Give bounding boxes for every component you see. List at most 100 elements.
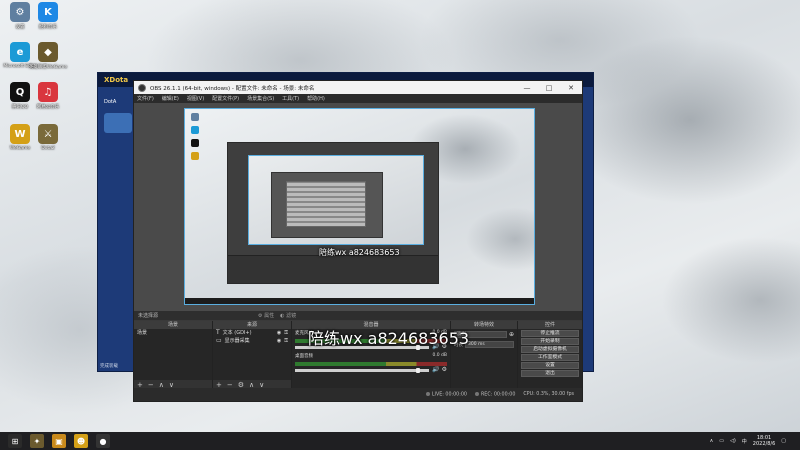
dota-icon: ⚔ <box>38 124 58 144</box>
menu-view[interactable]: 视图(V) <box>187 95 204 102</box>
menu-tools[interactable]: 工具(T) <box>282 95 299 102</box>
stop-streaming-button[interactable]: 停止推流 <box>521 330 579 337</box>
preview-canvas[interactable] <box>184 108 535 305</box>
channel-gear-icon[interactable]: ⚙ <box>442 366 447 373</box>
qq-icon: Q <box>10 82 30 102</box>
scenes-header: 场景 <box>134 321 212 329</box>
taskbar-clock[interactable]: 18:01 2022/8/6 <box>753 435 775 447</box>
obs-logo-icon <box>138 83 146 92</box>
properties-label: 属性 <box>264 313 275 319</box>
controls-body: 停止推流 开始录制 启动虚拟摄像机 工作室模式 设置 退出 <box>518 329 582 389</box>
visibility-eye-icon[interactable]: ◉ <box>277 329 281 337</box>
rec-dot-icon <box>474 391 479 396</box>
preview-icon <box>191 152 199 160</box>
wegame2-icon: W <box>10 124 30 144</box>
properties-button[interactable]: ⚙ 属性 <box>258 312 274 319</box>
desktop-icon-label: WeGame <box>9 146 31 151</box>
scene-item[interactable]: 场景 <box>134 329 212 337</box>
source-toolbar: 未选择源 ⚙ 属性 ◐ 滤镜 <box>134 311 582 320</box>
preview-area[interactable]: 陪练wx a824683653 <box>134 103 582 311</box>
volume-slider[interactable] <box>295 367 430 373</box>
clock-date: 2022/8/6 <box>752 441 776 447</box>
maximize-button[interactable]: □ <box>538 84 560 92</box>
notification-icon[interactable]: ▢ <box>781 438 786 444</box>
preview-watermark: 陪练wx a824683653 <box>319 248 400 257</box>
volume-knob[interactable] <box>416 367 421 373</box>
virtual-camera-button[interactable]: 启动虚拟摄像机 <box>521 346 579 353</box>
desktop-icon-label: Dota2 <box>41 146 55 151</box>
obs-window-title: OBS 26.1.1 (64-bit, windows) - 配置文件: 未命名… <box>150 85 315 92</box>
source-label: 文本 (GDI+) <box>222 330 252 336</box>
live-dot-icon <box>425 391 430 396</box>
lock-icon[interactable]: ⚿ <box>284 329 288 337</box>
audio-level-meter <box>295 362 447 366</box>
start-recording-button[interactable]: 开始录制 <box>521 338 579 345</box>
settings-button[interactable]: 设置 <box>521 362 579 369</box>
nested-obs-capture-2 <box>271 172 383 238</box>
menu-profile[interactable]: 配置文件(P) <box>212 95 239 102</box>
start-icon[interactable]: ⊞ <box>8 434 22 448</box>
menu-file[interactable]: 文件(F) <box>137 95 154 102</box>
mixer-channel-db: 0.0 dB <box>432 353 447 358</box>
ime-indicator[interactable]: 中 <box>742 438 747 445</box>
sources-dock: 来源 T 文本 (GDI+) ◉ ⚿ ▭ 显示器采集 ◉ ⚿ + − ⚙ ∧ ∨ <box>213 321 291 389</box>
live-time: LIVE: 00:00:00 <box>431 392 467 398</box>
desktop-icon[interactable]: ⚔ Dota2 <box>31 124 65 162</box>
nested-preview <box>248 155 424 245</box>
studio-mode-button[interactable]: 工作室模式 <box>521 354 579 361</box>
filters-label: 滤镜 <box>286 313 297 319</box>
desktop-icon-label: 腾讯QQ <box>11 105 29 110</box>
obs-window[interactable]: OBS 26.1.1 (64-bit, windows) - 配置文件: 未命名… <box>133 80 583 402</box>
visibility-eye-icon[interactable]: ◉ <box>277 337 281 345</box>
wegame-taskbar-icon[interactable]: ☻ <box>74 434 88 448</box>
nested-obs-capture <box>227 142 439 284</box>
filters-button[interactable]: ◐ 滤镜 <box>280 312 296 319</box>
menu-edit[interactable]: 编辑(E) <box>162 95 179 102</box>
rec-time: REC: 00:00:00 <box>480 392 516 398</box>
volume-icon[interactable]: ◁) <box>730 438 736 444</box>
nested-preview-2 <box>286 181 366 227</box>
edge-icon: e <box>10 42 30 62</box>
desktop-icon-label: 网易云音乐 <box>36 105 60 110</box>
mixer-channel-2-header: 桌面音频 0.0 dB <box>292 350 450 360</box>
scenes-list[interactable]: 场景 <box>134 329 212 380</box>
desktop-icon[interactable]: ♫ 网易云音乐 <box>31 82 65 120</box>
network-icon[interactable]: ▭ <box>719 438 724 444</box>
rec-status: REC: 00:00:00 <box>474 391 516 398</box>
desktop-icon-label: 英雄联盟WeGame <box>28 65 68 70</box>
obs-taskbar-icon[interactable]: ● <box>96 434 110 448</box>
minimize-button[interactable]: — <box>516 84 538 92</box>
controls-header: 控件 <box>518 321 582 329</box>
mixer-channel-2-controls: 🔊 ⚙ <box>292 366 450 373</box>
scenes-dock: 场景 场景 + − ∧ ∨ <box>134 321 212 389</box>
speaker-icon[interactable]: 🔊 <box>432 366 439 373</box>
menu-scene-collection[interactable]: 场景集合(S) <box>247 95 274 102</box>
sources-header: 来源 <box>213 321 291 329</box>
desktop-icon[interactable]: ◆ 英雄联盟WeGame <box>28 42 68 80</box>
obs-status-bar: LIVE: 00:00:00 REC: 00:00:00 CPU: 0.3%, … <box>134 388 582 401</box>
overlay-watermark: 陪练wx a824683653 <box>308 329 470 348</box>
duration-input[interactable]: 300 ms <box>465 341 514 348</box>
source-item[interactable]: ▭ 显示器采集 ◉ ⚿ <box>213 337 291 345</box>
chevron-up-icon[interactable]: ∧ <box>710 438 714 444</box>
source-label: 显示器采集 <box>224 338 250 344</box>
obs-title-bar[interactable]: OBS 26.1.1 (64-bit, windows) - 配置文件: 未命名… <box>134 81 582 94</box>
preview-icon <box>191 113 199 121</box>
preview-desktop-icons <box>191 113 201 173</box>
source-item[interactable]: T 文本 (GDI+) ◉ ⚿ <box>213 329 291 337</box>
preview-icon <box>191 139 199 147</box>
lock-icon[interactable]: ⚿ <box>284 337 288 345</box>
desktop-icon[interactable]: K 酷狗音乐 <box>31 2 65 40</box>
menu-help[interactable]: 帮助(H) <box>307 95 325 102</box>
nested-panels <box>228 255 438 283</box>
game-icon[interactable]: ✦ <box>30 434 44 448</box>
add-transition-icon[interactable]: ⊕ <box>509 331 514 338</box>
wegame-icon: ◆ <box>38 42 58 62</box>
system-tray: ∧ ▭ ◁) 中 18:01 2022/8/6 ▢ <box>710 435 800 447</box>
settings-icon: ⚙ <box>10 2 30 22</box>
exit-button[interactable]: 退出 <box>521 370 579 377</box>
sources-list[interactable]: T 文本 (GDI+) ◉ ⚿ ▭ 显示器采集 ◉ ⚿ <box>213 329 291 380</box>
app-icon[interactable]: ▣ <box>52 434 66 448</box>
monitor-source-icon: ▭ <box>216 337 222 344</box>
close-button[interactable]: ✕ <box>560 84 582 92</box>
